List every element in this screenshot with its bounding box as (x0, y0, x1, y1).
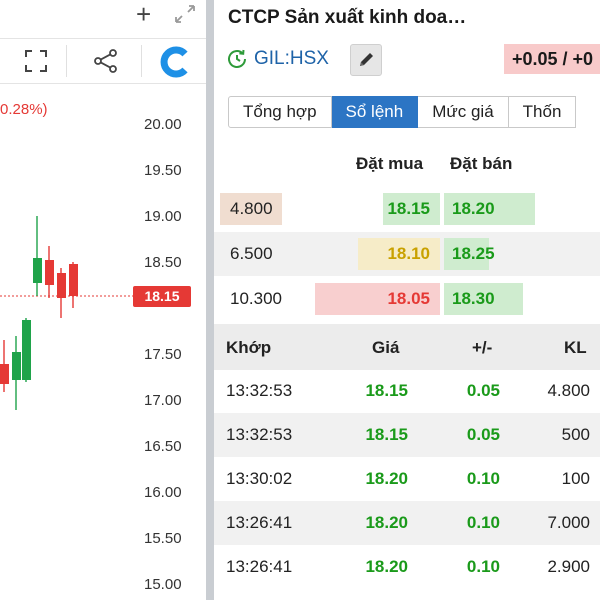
trade-time: 13:26:41 (226, 557, 293, 576)
axis-tick-label: 16.00 (144, 484, 182, 501)
trade-price: 18.15 (365, 381, 408, 400)
change-column-header: +/- (472, 338, 493, 357)
trade-volume: 4.800 (547, 381, 590, 400)
clock-refresh-icon (228, 49, 246, 68)
stock-detail-panel: CTCP Sản xuất kinh doa… GIL:HSX +0.05 / … (214, 0, 600, 600)
axis-tick-label: 16.50 (144, 438, 182, 455)
trade-row: 13:30:02 18.20 0.10 100 (214, 457, 600, 501)
volume-value: 6.500 (230, 244, 273, 263)
trade-change: 0.05 (466, 425, 500, 444)
trade-volume: 500 (561, 425, 590, 444)
trade-change: 0.10 (466, 557, 500, 576)
bid-price[interactable]: 18.10 (324, 244, 430, 264)
axis-tick-label: 18.50 (144, 254, 182, 271)
pencil-icon (360, 53, 373, 66)
volume-value: 10.300 (230, 289, 282, 308)
trade-row: 13:32:53 18.15 0.05 500 (214, 413, 600, 457)
tab-price-levels[interactable]: Mức giá (418, 96, 509, 128)
edit-button[interactable] (350, 44, 382, 76)
price-column-header: Giá (372, 338, 400, 357)
tab-order-book[interactable]: Sổ lệnh (331, 96, 419, 128)
axis-tick-label: 19.50 (144, 162, 182, 179)
axis-tick-label: 20.00 (144, 116, 182, 133)
bid-price[interactable]: 18.05 (324, 289, 430, 309)
trade-row: 13:26:41 18.20 0.10 7.000 (214, 501, 600, 545)
company-name: CTCP Sản xuất kinh doa… (228, 7, 467, 28)
ask-price[interactable]: 18.30 (452, 289, 495, 309)
trade-price: 18.20 (365, 557, 408, 576)
tab-overview[interactable]: Tổng hợp (228, 96, 332, 128)
candle-body (12, 352, 21, 380)
axis-tick-label: 17.00 (144, 392, 182, 409)
ticker-symbol[interactable]: GIL:HSX (254, 48, 329, 70)
time-column-header: Khớp (226, 338, 272, 357)
axis-tick-label: 15.00 (144, 576, 182, 593)
tab-bar: Tổng hợp Sổ lệnh Mức giá Thốn (228, 96, 577, 128)
order-book-row: 10.300 18.05 18.30 (214, 277, 600, 321)
axis-tick-label: 19.00 (144, 208, 182, 225)
ask-price[interactable]: 18.20 (452, 199, 495, 219)
panel-divider[interactable] (206, 0, 214, 600)
trade-row: 13:26:41 18.20 0.10 2.900 (214, 545, 600, 589)
tab-statistics[interactable]: Thốn (508, 96, 577, 128)
trade-price: 18.15 (365, 425, 408, 444)
price-change: +0.05 / +0 (504, 44, 600, 74)
axis-tick-label: 17.50 (144, 346, 182, 363)
current-price-tag: 18.15 (133, 286, 191, 307)
axis-tick-label: 15.50 (144, 530, 182, 547)
trade-change: 0.10 (466, 469, 500, 488)
trade-volume: 2.900 (547, 557, 590, 576)
order-book-row: 4.800 18.15 18.20 (214, 187, 600, 231)
trade-row: 13:32:53 18.15 0.05 4.800 (214, 369, 600, 413)
candle-body (33, 258, 42, 283)
volume-column-header: KL (564, 338, 587, 357)
ask-price[interactable]: 18.25 (452, 244, 495, 264)
volume-value: 4.800 (230, 199, 273, 218)
trade-time: 13:30:02 (226, 469, 293, 488)
trade-price: 18.20 (365, 469, 408, 488)
order-book-row: 6.500 18.10 18.25 (214, 232, 600, 276)
bid-header: Đặt mua (356, 154, 424, 173)
candle-body (69, 264, 78, 296)
candle-body (0, 364, 9, 384)
trade-time: 13:26:41 (226, 513, 293, 532)
trade-time: 13:32:53 (226, 425, 293, 444)
trade-volume: 7.000 (547, 513, 590, 532)
trade-volume: 100 (561, 469, 590, 488)
ask-header: Đặt bán (450, 154, 513, 173)
candle-body (45, 260, 54, 285)
bid-price[interactable]: 18.15 (324, 199, 430, 219)
trade-change: 0.05 (466, 381, 500, 400)
candle-body (57, 273, 66, 298)
trade-change: 0.10 (466, 513, 500, 532)
trades-header: Khớp Giá +/- KL (214, 324, 600, 370)
trade-price: 18.20 (365, 513, 408, 532)
trade-time: 13:32:53 (226, 381, 293, 400)
chart-panel: + 0.28%) 20.00 19.50 19.00 18.50 17.50 17.00 1… (0, 0, 206, 600)
candle-body (22, 320, 31, 380)
